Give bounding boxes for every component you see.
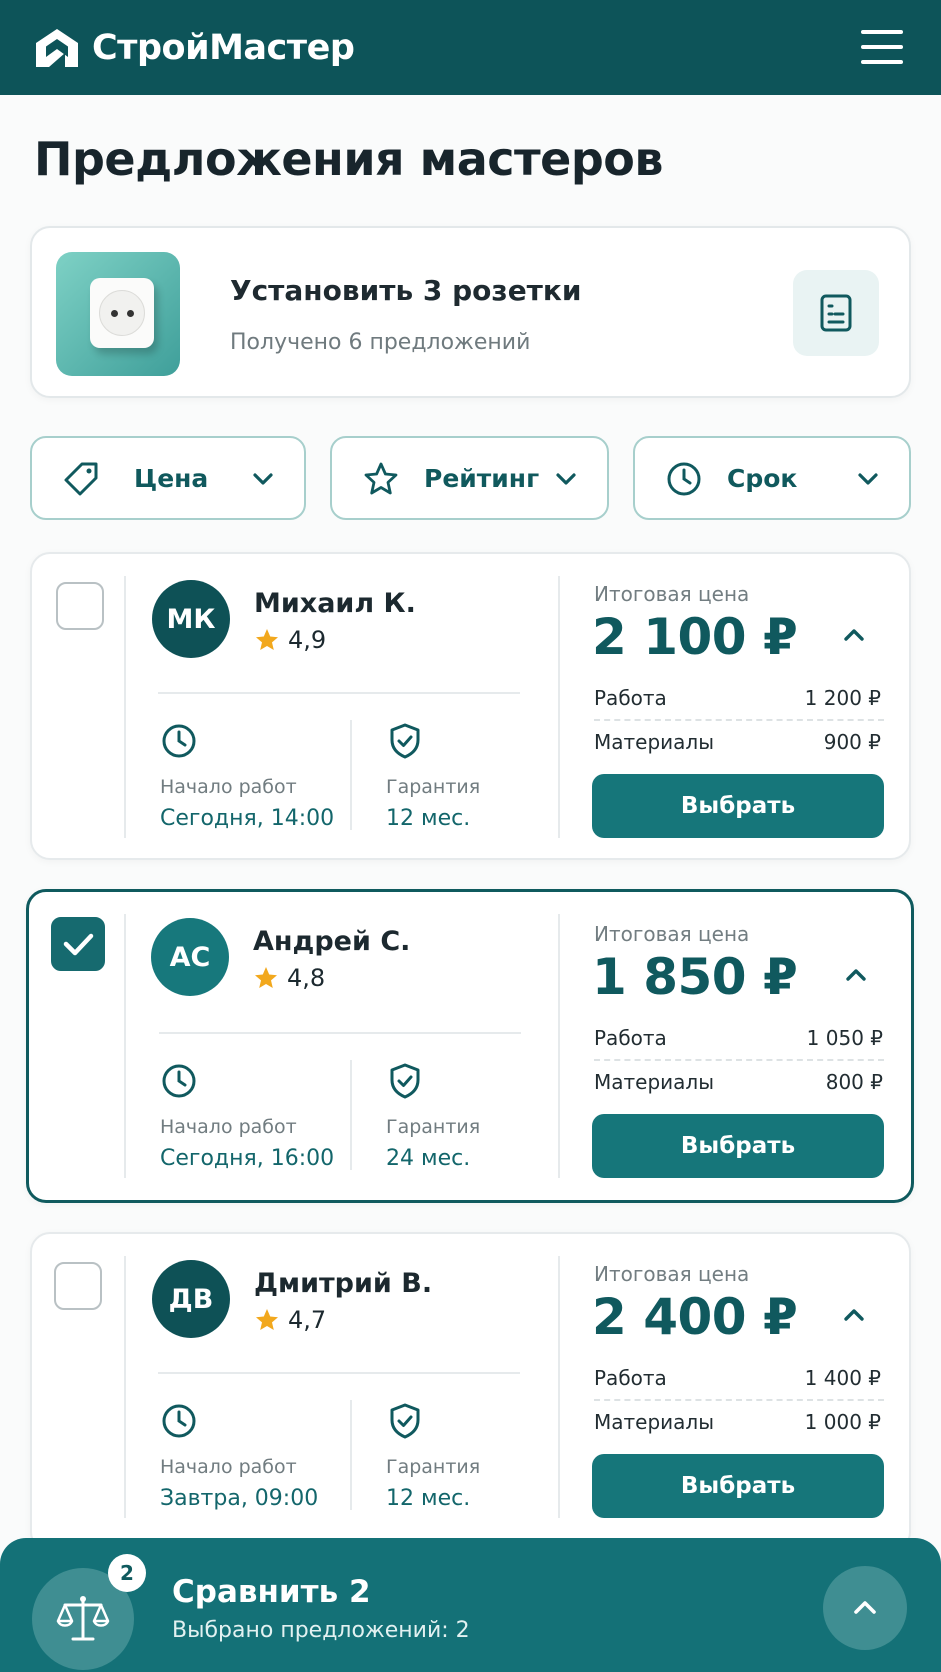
materials-label: Материалы [594,1410,714,1434]
compare-bar[interactable]: 2 Сравнить 2 Выбрано предложений: 2 [0,1538,941,1672]
start-label: Начало работ [160,776,297,798]
clock-icon [162,1064,196,1098]
checkmark-icon [63,933,94,956]
price-label: Итоговая цена [594,922,750,946]
master-rating: 4,9 [254,626,326,654]
warranty-value: 12 мес. [386,1486,471,1511]
document-icon [820,294,852,332]
start-value: Сегодня, 16:00 [160,1146,335,1171]
task-details-button[interactable] [793,270,879,356]
star-icon [256,629,278,650]
task-card: Установить 3 розетки Получено 6 предложе… [30,226,911,398]
offer-card: ДВ Дмитрий В. 4,7 Начало работ Завтра, 0… [30,1232,911,1552]
materials-label: Материалы [594,730,714,754]
tag-icon [64,462,98,496]
master-name: Андрей С. [253,926,411,957]
clock-icon [162,724,196,758]
rating-value: 4,8 [287,964,326,992]
offer-checkbox[interactable] [54,1262,102,1310]
shield-check-icon [390,723,420,759]
start-label: Начало работ [160,1456,297,1478]
warranty-value: 24 мес. [386,1146,471,1171]
shield-check-icon [390,1063,420,1099]
work-value: 1 050 ₽ [806,1026,883,1050]
materials-value: 1 000 ₽ [804,1410,881,1434]
chevron-up-icon[interactable] [839,1300,869,1330]
master-name: Михаил К. [254,588,416,619]
work-label: Работа [594,1366,667,1390]
task-offers-count: Получено 6 предложений [230,330,531,355]
compare-title: Сравнить 2 [172,1574,371,1610]
avatar: МК [152,580,230,658]
chevron-up-icon[interactable] [839,620,869,650]
total-price: 2 100 ₽ [592,608,798,666]
select-button[interactable]: Выбрать [592,1454,884,1518]
clock-icon [667,462,701,496]
work-value: 1 400 ₽ [804,1366,881,1390]
rating-value: 4,9 [288,626,327,654]
total-price: 1 850 ₽ [592,948,798,1006]
select-button[interactable]: Выбрать [592,1114,884,1178]
master-rating: 4,8 [253,964,325,992]
filter-rating[interactable]: Рейтинг [330,436,609,520]
chevron-up-icon [854,1601,876,1614]
offer-card-selected: АС Андрей С. 4,8 Начало работ Сегодня, 1… [26,889,914,1203]
scales-icon [56,1596,110,1641]
materials-value: 900 ₽ [823,730,881,754]
work-label: Работа [594,686,667,710]
materials-label: Материалы [594,1070,714,1094]
price-label: Итоговая цена [594,1262,750,1286]
compare-subtitle: Выбрано предложений: 2 [172,1618,470,1643]
filter-price[interactable]: Цена [30,436,306,520]
work-label: Работа [594,1026,667,1050]
avatar: АС [151,918,229,996]
warranty-label: Гарантия [386,1456,481,1478]
shield-check-icon [390,1403,420,1439]
start-label: Начало работ [160,1116,297,1138]
avatar: ДВ [152,1260,230,1338]
rating-value: 4,7 [288,1306,327,1334]
chevron-down-icon [858,473,878,485]
filter-deadline[interactable]: Срок [633,436,911,520]
house-logo-icon [36,28,78,67]
power-socket-image [56,252,180,376]
master-rating: 4,7 [254,1306,326,1334]
brand-name: СтройМастер [92,27,355,68]
work-value: 1 200 ₽ [804,686,881,710]
expand-compare-button[interactable] [823,1566,907,1650]
star-outline-icon [364,462,398,495]
start-value: Завтра, 09:00 [160,1486,319,1511]
offer-checkbox[interactable] [56,582,104,630]
star-icon [255,967,277,988]
compare-count-badge: 2 [108,1554,146,1592]
offer-checkbox-checked[interactable] [51,917,105,971]
filter-rating-label: Рейтинг [424,464,540,493]
page-title: Предложения мастеров [34,132,664,186]
warranty-value: 12 мес. [386,806,471,831]
chevron-down-icon [253,473,273,485]
warranty-label: Гарантия [386,1116,481,1138]
chevron-down-icon [556,473,576,485]
select-button[interactable]: Выбрать [592,774,884,838]
filter-deadline-label: Срок [727,464,798,493]
chevron-up-icon[interactable] [841,960,871,990]
clock-icon [162,1404,196,1438]
filter-price-label: Цена [134,464,209,493]
master-name: Дмитрий В. [254,1268,433,1299]
warranty-label: Гарантия [386,776,481,798]
star-icon [256,1309,278,1330]
offer-card: МК Михаил К. 4,9 Начало работ Сегодня, 1… [30,552,911,860]
materials-value: 800 ₽ [825,1070,883,1094]
start-value: Сегодня, 14:00 [160,806,335,831]
task-title: Установить 3 розетки [230,274,582,307]
hamburger-menu-icon[interactable] [861,30,903,64]
total-price: 2 400 ₽ [592,1288,798,1346]
price-label: Итоговая цена [594,582,750,606]
top-bar: СтройМастер [0,0,941,95]
